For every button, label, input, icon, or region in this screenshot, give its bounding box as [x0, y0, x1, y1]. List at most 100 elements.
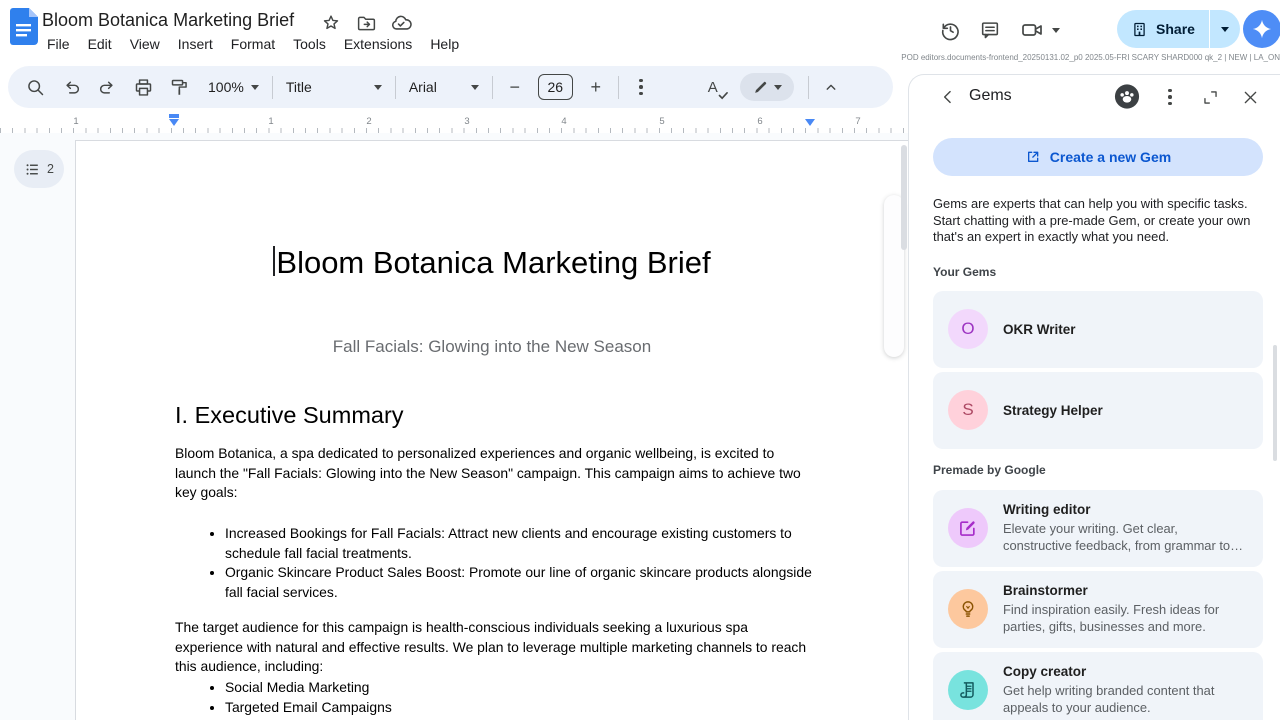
- doc-paragraph-1[interactable]: Bloom Botanica, a spa dedicated to perso…: [175, 444, 815, 503]
- gem-card-copy-creator[interactable]: Copy creator Get help writing branded co…: [933, 652, 1263, 720]
- open-in-new-icon: [1025, 149, 1041, 165]
- font-value: Arial: [409, 79, 437, 95]
- doc-bullet-list-2[interactable]: Social Media Marketing Targeted Email Ca…: [175, 678, 815, 720]
- doc-heading1[interactable]: I. Executive Summary: [175, 402, 404, 429]
- doc-title-text[interactable]: Bloom Botanica Marketing Brief: [76, 245, 908, 281]
- premade-by-google-label: Premade by Google: [933, 463, 1046, 477]
- gem-card-writing-editor[interactable]: Writing editor Elevate your writing. Get…: [933, 490, 1263, 567]
- toolbar-divider: [808, 76, 809, 99]
- build-debug-text: POD editors.documents-frontend_20250131.…: [893, 53, 1280, 63]
- ruler-number: 1: [268, 116, 273, 127]
- font-size-input[interactable]: 26: [538, 74, 573, 100]
- ruler-number: 4: [561, 116, 566, 127]
- panel-scrollbar[interactable]: [1273, 345, 1277, 461]
- doc-subtitle-text[interactable]: Fall Facials: Glowing into the New Seaso…: [76, 337, 908, 357]
- version-history-icon[interactable]: [930, 14, 970, 46]
- star-icon[interactable]: [320, 12, 342, 34]
- font-family-select[interactable]: Arial: [403, 79, 485, 95]
- toolbar-divider: [492, 76, 493, 99]
- left-indent-marker[interactable]: [169, 114, 179, 126]
- menu-tools[interactable]: Tools: [284, 34, 335, 54]
- search-icon[interactable]: [20, 72, 50, 102]
- editing-mode-button[interactable]: [740, 73, 794, 101]
- menu-bar: File Edit View Insert Format Tools Exten…: [38, 34, 468, 54]
- menu-edit[interactable]: Edit: [79, 34, 121, 54]
- chevron-down-icon: [471, 85, 479, 90]
- document-tabs-toggle[interactable]: 2: [14, 150, 64, 188]
- increase-font-size-button[interactable]: +: [581, 72, 611, 102]
- back-icon[interactable]: [935, 84, 961, 110]
- share-label: Share: [1156, 21, 1195, 37]
- chevron-down-icon: [1221, 27, 1229, 32]
- share-button[interactable]: Share: [1117, 10, 1240, 48]
- menu-format[interactable]: Format: [222, 34, 284, 54]
- gem-card-okr-writer[interactable]: O OKR Writer: [933, 291, 1263, 368]
- chevron-down-icon: [374, 85, 382, 90]
- gem-name: Strategy Helper: [1003, 372, 1103, 449]
- document-title[interactable]: Bloom Botanica Marketing Brief: [42, 10, 294, 31]
- move-folder-icon[interactable]: [355, 12, 377, 34]
- zoom-value: 100%: [208, 79, 244, 95]
- gem-name: Brainstormer: [1003, 583, 1088, 598]
- redo-icon[interactable]: [92, 72, 122, 102]
- your-gems-label: Your Gems: [933, 265, 996, 279]
- gem-description: Get help writing branded content that ap…: [1003, 682, 1249, 716]
- ruler-number: 3: [464, 116, 469, 127]
- print-icon[interactable]: [128, 72, 158, 102]
- doc-paragraph-2[interactable]: The target audience for this campaign is…: [175, 618, 815, 677]
- create-new-gem-button[interactable]: Create a new Gem: [933, 138, 1263, 176]
- spellcheck-icon[interactable]: A: [698, 72, 728, 102]
- comments-icon[interactable]: [970, 14, 1010, 46]
- google-docs-logo[interactable]: [10, 8, 38, 45]
- close-icon[interactable]: [1237, 84, 1263, 110]
- list-item[interactable]: Organic Skincare Product Sales Boost: Pr…: [225, 563, 815, 602]
- ruler-number: 5: [659, 116, 664, 127]
- ruler[interactable]: 1 1 2 3 4 5 6 7: [0, 114, 908, 133]
- decrease-font-size-button[interactable]: −: [500, 72, 530, 102]
- list-item[interactable]: Targeted Email Campaigns: [225, 698, 815, 718]
- gemini-button[interactable]: [1243, 10, 1280, 48]
- menu-help[interactable]: Help: [421, 34, 468, 54]
- document-canvas: Bloom Botanica Marketing Brief Fall Faci…: [0, 133, 908, 720]
- gem-card-strategy-helper[interactable]: S Strategy Helper: [933, 372, 1263, 449]
- ruler-number: 6: [757, 116, 762, 127]
- toolbar-divider: [272, 76, 273, 99]
- toolbar: 100% Title Arial − 26 + A: [8, 66, 893, 108]
- gem-description: Elevate your writing. Get clear, constru…: [1003, 520, 1249, 554]
- gems-description: Gems are experts that can help you with …: [933, 196, 1255, 246]
- zoom-select[interactable]: 100%: [202, 79, 265, 95]
- panel-more-options-icon[interactable]: [1157, 84, 1183, 110]
- panel-title: Gems: [969, 87, 1012, 105]
- list-item[interactable]: Increased Bookings for Fall Facials: Att…: [225, 524, 815, 563]
- paint-format-icon[interactable]: [164, 72, 194, 102]
- ruler-number: 2: [366, 116, 371, 127]
- chevron-down-icon: [251, 85, 259, 90]
- right-indent-marker[interactable]: [805, 119, 815, 126]
- more-options-icon[interactable]: [626, 72, 656, 102]
- cloud-saved-icon[interactable]: [390, 12, 412, 34]
- lightbulb-icon: [948, 589, 988, 629]
- gem-card-brainstormer[interactable]: Brainstormer Find inspiration easily. Fr…: [933, 571, 1263, 648]
- gem-description: Find inspiration easily. Fresh ideas for…: [1003, 601, 1249, 635]
- building-icon: [1131, 21, 1148, 38]
- scroll-icon: [948, 670, 988, 710]
- style-value: Title: [286, 79, 312, 95]
- join-call-button[interactable]: [1012, 14, 1060, 46]
- document-page[interactable]: Bloom Botanica Marketing Brief Fall Faci…: [75, 140, 908, 720]
- doc-bullet-list-1[interactable]: Increased Bookings for Fall Facials: Att…: [175, 524, 815, 603]
- menu-file[interactable]: File: [38, 34, 79, 54]
- menu-extensions[interactable]: Extensions: [335, 34, 421, 54]
- outline-list-icon: [24, 161, 41, 178]
- paragraph-style-select[interactable]: Title: [280, 79, 388, 95]
- share-dropdown-button[interactable]: [1210, 10, 1240, 48]
- expand-panel-icon[interactable]: [1197, 84, 1223, 110]
- menu-insert[interactable]: Insert: [169, 34, 222, 54]
- menu-view[interactable]: View: [121, 34, 169, 54]
- hide-menus-icon[interactable]: [816, 72, 846, 102]
- list-item[interactable]: Social Media Marketing: [225, 678, 815, 698]
- undo-icon[interactable]: [56, 72, 86, 102]
- chevron-down-icon: [1052, 28, 1060, 33]
- document-scrollbar[interactable]: [901, 145, 907, 250]
- labs-paw-icon[interactable]: [1114, 83, 1140, 109]
- video-camera-icon: [1012, 14, 1052, 46]
